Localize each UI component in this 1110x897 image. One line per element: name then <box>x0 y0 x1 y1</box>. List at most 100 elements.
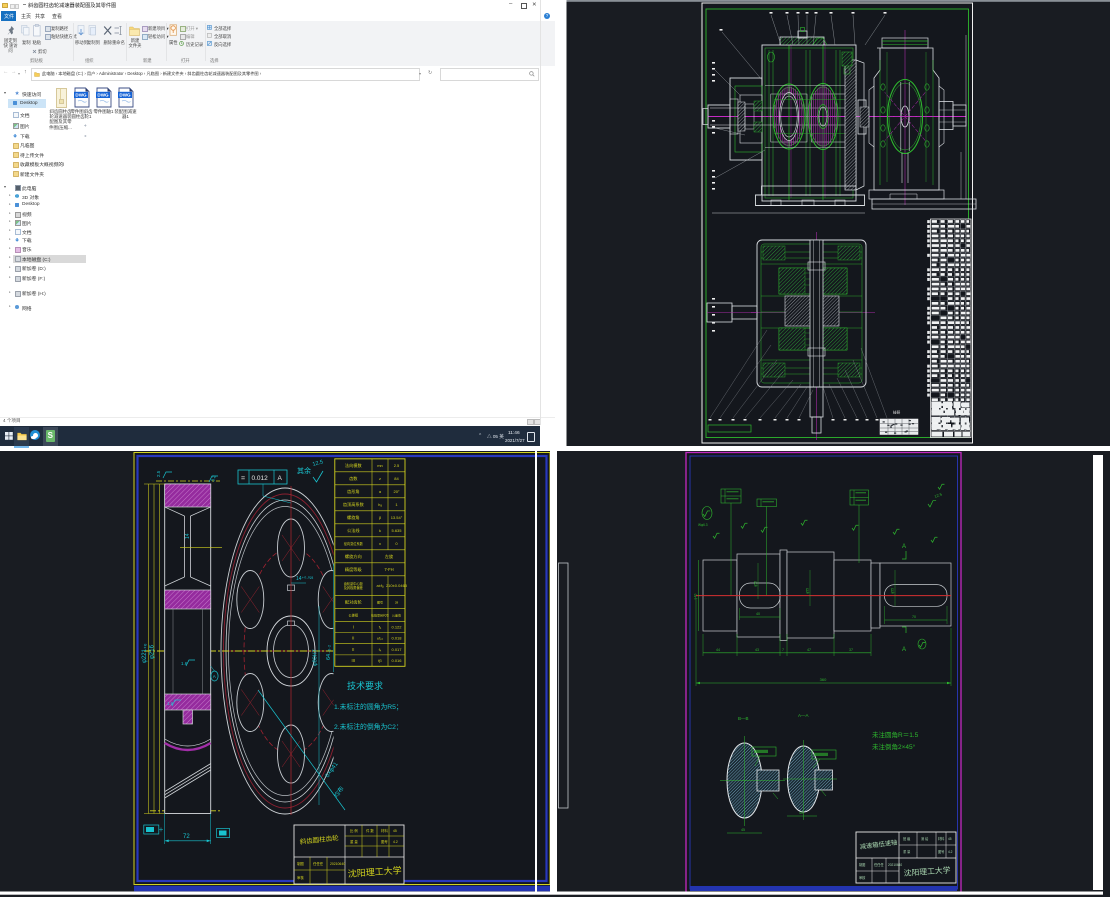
svg-text:件 数: 件 数 <box>366 828 374 833</box>
svg-text:齿顶高系数: 齿顶高系数 <box>343 501 365 508</box>
svg-text:1.6: 1.6 <box>167 701 174 706</box>
svg-text:DWG: DWG <box>97 92 109 97</box>
svg-text:mn: mn <box>377 463 383 468</box>
svg-text:20°: 20° <box>393 489 399 494</box>
svg-text:20210640: 20210640 <box>330 862 345 866</box>
svg-text:重 量: 重 量 <box>350 839 358 844</box>
svg-text:84: 84 <box>394 476 399 481</box>
svg-text:任任任: 任任任 <box>874 862 884 867</box>
svg-text:A: A <box>278 475 283 482</box>
svg-text:及其极限偏差: 及其极限偏差 <box>344 585 363 590</box>
svg-text:DWG: DWG <box>75 92 87 97</box>
svg-text:A: A <box>902 544 906 550</box>
svg-text:7-FH: 7-FH <box>384 567 393 572</box>
svg-text:1.6: 1.6 <box>181 661 188 666</box>
svg-text:13.54°: 13.54° <box>391 515 403 520</box>
svg-text:未注倒角2×45°: 未注倒角2×45° <box>872 742 916 751</box>
svg-text:I: I <box>353 625 354 630</box>
svg-text:检验项目代号: 检验项目代号 <box>371 612 389 617</box>
svg-text:Wφ6.3: Wφ6.3 <box>698 523 708 527</box>
svg-text:x: x <box>379 541 381 546</box>
svg-text:技研: 技研 <box>893 410 901 415</box>
svg-text:DWG: DWG <box>119 92 131 97</box>
svg-text:z: z <box>379 476 381 481</box>
svg-text:4.2: 4.2 <box>393 840 398 844</box>
svg-text:43: 43 <box>755 648 759 652</box>
svg-text:0.017: 0.017 <box>391 647 402 652</box>
svg-text:其余: 其余 <box>297 466 311 475</box>
svg-text:0.016: 0.016 <box>391 658 402 663</box>
svg-text:精度等级: 精度等级 <box>345 566 363 573</box>
svg-text:螺旋方向: 螺旋方向 <box>345 553 362 560</box>
svg-text:20210640: 20210640 <box>888 863 902 867</box>
svg-text:技术要求: 技术要求 <box>347 680 383 691</box>
svg-text:公差值: 公差值 <box>392 612 401 617</box>
svg-text:14: 14 <box>185 533 191 539</box>
svg-text:制图: 制图 <box>859 862 865 867</box>
svg-text:B—B: B—B <box>738 716 749 721</box>
svg-text:5.635: 5.635 <box>391 528 402 533</box>
svg-text:材料: 材料 <box>938 836 945 841</box>
svg-text:hₐ: hₐ <box>378 502 382 507</box>
svg-text:A: A <box>213 674 216 679</box>
svg-text:φ40: φ40 <box>694 594 698 600</box>
svg-text:4.2: 4.2 <box>948 850 953 854</box>
svg-text:审核: 审核 <box>859 875 866 880</box>
svg-text:齿数: 齿数 <box>349 475 358 482</box>
svg-text:螺旋角: 螺旋角 <box>347 514 360 521</box>
svg-text:左旋: 左旋 <box>385 553 394 560</box>
svg-text:任任任: 任任任 <box>313 861 324 866</box>
svg-text:fₖ: fₖ <box>379 647 382 652</box>
svg-text:A—A: A—A <box>798 713 809 718</box>
svg-text:2.5: 2.5 <box>156 470 161 477</box>
svg-text:图号: 图号 <box>377 599 383 604</box>
svg-text:齿形角: 齿形角 <box>347 488 360 495</box>
svg-text:40: 40 <box>756 612 760 616</box>
svg-text:±fₚₜ: ±fₚₜ <box>377 636 383 641</box>
svg-text:28: 28 <box>395 600 399 604</box>
svg-text:1.未标注的圆角为R5；: 1.未标注的圆角为R5； <box>334 702 403 711</box>
svg-text:=: = <box>241 476 245 483</box>
svg-text:φ55: φ55 <box>806 588 810 594</box>
svg-text:37: 37 <box>849 648 853 652</box>
svg-text:II: II <box>352 636 354 641</box>
svg-text:审核: 审核 <box>297 875 304 880</box>
svg-text:7: 7 <box>782 648 784 652</box>
svg-text:φ55: φ55 <box>754 581 758 587</box>
svg-text:45: 45 <box>948 837 952 841</box>
svg-text:44: 44 <box>716 648 720 652</box>
svg-text:φ216: φ216 <box>150 644 156 659</box>
svg-text:k: k <box>379 528 381 533</box>
svg-text:2.5: 2.5 <box>394 463 400 468</box>
svg-text:II: II <box>352 647 354 652</box>
svg-text:φ80H7: φ80H7 <box>313 649 319 666</box>
svg-text:a±fₐ: a±fₐ <box>376 583 384 588</box>
svg-text:制图: 制图 <box>297 861 304 866</box>
svg-text:比 例: 比 例 <box>350 828 358 833</box>
svg-text:重 量: 重 量 <box>903 849 911 854</box>
svg-text:0.018: 0.018 <box>391 636 402 641</box>
svg-text:A: A <box>902 647 906 653</box>
svg-text:材料: 材料 <box>381 828 388 833</box>
svg-text:φ55: φ55 <box>891 588 895 594</box>
svg-text:公法线: 公法线 <box>347 527 360 534</box>
svg-text:图号: 图号 <box>938 849 944 854</box>
svg-text:配对齿轮: 配对齿轮 <box>345 598 363 605</box>
svg-text:0.012: 0.012 <box>252 475 269 482</box>
svg-text:40: 40 <box>799 811 803 815</box>
svg-text:360: 360 <box>820 677 827 682</box>
svg-text:14⁺⁰·⁰²³: 14⁺⁰·⁰²³ <box>296 576 314 582</box>
svg-text:45: 45 <box>393 829 397 833</box>
svg-text:未注圆角R＝1.5: 未注圆角R＝1.5 <box>872 730 919 739</box>
svg-text:70: 70 <box>912 615 916 619</box>
svg-text:64₋₀.₂: 64₋₀.₂ <box>326 645 332 660</box>
svg-text:47: 47 <box>807 648 811 652</box>
svg-text:φ221₊ₑ: φ221₊ₑ <box>142 643 148 663</box>
svg-text:公差组: 公差组 <box>349 612 359 617</box>
svg-text:班 级: 班 级 <box>903 836 911 841</box>
svg-text:72: 72 <box>183 834 190 840</box>
svg-text:图号: 图号 <box>381 839 388 844</box>
svg-text:210±0.0465: 210±0.0465 <box>386 583 408 588</box>
svg-text:径向变位系数: 径向变位系数 <box>344 541 364 546</box>
svg-text:0.122: 0.122 <box>391 625 402 630</box>
